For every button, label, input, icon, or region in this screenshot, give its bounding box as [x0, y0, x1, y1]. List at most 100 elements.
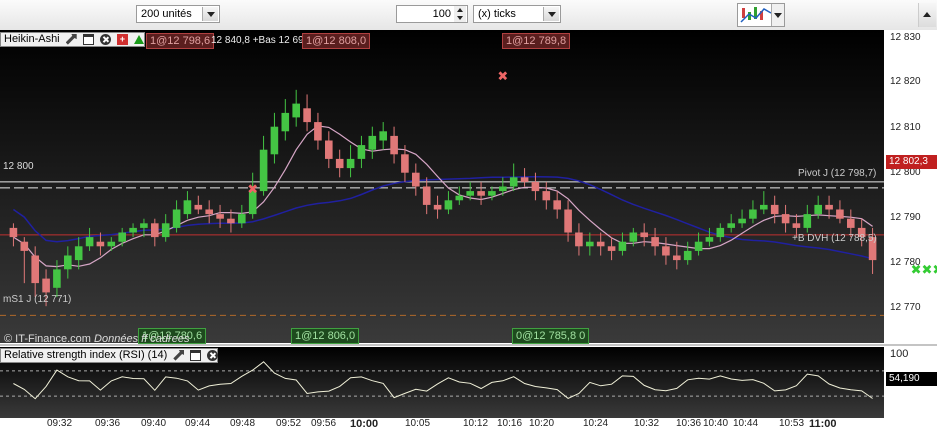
candle-body [368, 135, 377, 150]
close-icon[interactable] [99, 33, 111, 45]
candle-body [74, 246, 83, 261]
x-tick: 10:16 [497, 418, 523, 429]
candle-body [629, 232, 638, 242]
rsi-value-badge: 54,190 [886, 372, 937, 386]
candle-body [770, 204, 779, 215]
candle-body [161, 223, 170, 238]
chart-header: Heikin-Ashi + [0, 32, 161, 47]
stats-label: 12 840,8 +Bas 12 69 [211, 35, 304, 46]
x-tick: 10:20 [529, 418, 555, 429]
candle-body [335, 158, 344, 169]
wrench-icon[interactable] [173, 349, 185, 361]
units-combo[interactable]: 200 unités [136, 5, 220, 23]
candle-body [596, 241, 605, 247]
x-tick: 10:05 [405, 418, 431, 429]
candle-body [281, 112, 290, 132]
x-tick: 10:24 [583, 418, 609, 429]
candle-body [575, 232, 583, 247]
candle-body [477, 191, 485, 196]
candle-body [129, 227, 137, 233]
candle-body [412, 172, 420, 187]
candle-body [488, 191, 496, 196]
candle-body [227, 218, 235, 224]
candle-body [781, 214, 790, 224]
y-tick: 12 780 [890, 257, 921, 268]
current-price-badge: 12 802,3 [886, 155, 937, 169]
candle-body [694, 241, 703, 251]
units-combo-value: 200 unités [141, 8, 192, 20]
chart-type-button[interactable] [737, 3, 785, 27]
ticks-stepper[interactable]: 100 [396, 5, 468, 23]
ticks-unit-combo[interactable]: (x) ticks [473, 5, 561, 23]
y-tick: 12 790 [890, 212, 921, 223]
candle-body [292, 103, 300, 118]
candle-body [151, 223, 159, 238]
candle-body [216, 214, 224, 219]
buy-arrow-icon[interactable] [133, 34, 144, 44]
x-tick: 09:40 [141, 418, 167, 429]
close-icon[interactable] [207, 349, 219, 361]
order-tag-3[interactable]: 1@12 789,8 [502, 33, 571, 49]
order-bottom-3-text: 0@12 785,8 0 [516, 330, 586, 342]
order-tag-bottom-2[interactable]: 1@12 806,0 [291, 328, 360, 344]
x-tick: 09:44 [185, 418, 211, 429]
candle-body [531, 181, 540, 192]
candle-body [433, 204, 442, 210]
candle-body [205, 209, 213, 215]
candle-body [183, 200, 192, 215]
order-tag-bottom-3[interactable]: 0@12 785,8 0 [512, 328, 590, 344]
data-text: Données [94, 333, 139, 345]
rsi-top-label: 100 [890, 348, 909, 360]
chevron-down-icon[interactable] [771, 4, 784, 26]
stepper-up-icon[interactable] [454, 6, 466, 14]
level-12800-label: 12 800 [3, 161, 34, 172]
order-tag[interactable]: 1@12 798,6 [146, 33, 215, 49]
x-tick: 10:36 [676, 418, 702, 429]
price-chart[interactable]: ✖✖✖✖✖ [0, 30, 937, 431]
candle-body [379, 131, 387, 141]
candle-body [96, 241, 105, 247]
candle-body [738, 218, 746, 224]
candle-body [9, 227, 18, 238]
wrench-icon[interactable] [65, 33, 77, 45]
x-tick: 10:12 [463, 418, 489, 429]
candle-body [553, 200, 561, 210]
chevron-down-icon[interactable] [543, 7, 559, 21]
candle-body [314, 122, 322, 141]
candle-body [401, 154, 409, 173]
candle-body [803, 214, 812, 228]
candle-body [194, 204, 203, 210]
red-plus-icon[interactable]: + [116, 33, 128, 45]
candle-body [346, 158, 355, 169]
candle-body [390, 135, 398, 155]
candle-body [683, 250, 692, 261]
order-tag-text: 1@12 798,6 [150, 35, 211, 47]
pivot-label: Pivot J (12 798,7) [798, 168, 877, 179]
window-icon[interactable] [82, 33, 94, 45]
candle-body [542, 191, 551, 201]
candle-body [607, 246, 616, 251]
candle-body [727, 223, 735, 228]
order-bottom-2-text: 1@12 806,0 [295, 330, 356, 342]
rsi-header: Relative strength index (RSI) (14) [0, 348, 219, 363]
candle-body [662, 246, 670, 256]
window-icon[interactable] [190, 349, 202, 361]
collapse-up-icon[interactable] [918, 3, 936, 27]
order-tag-2[interactable]: 1@12 808,0 [302, 33, 371, 49]
y-tick: 12 810 [890, 122, 921, 133]
candle-body [825, 204, 833, 210]
candle-body [325, 140, 333, 159]
candle-body [238, 214, 246, 224]
x-tick: 09:48 [230, 418, 256, 429]
candle-body [107, 241, 116, 247]
x-tick: 10:53 [779, 418, 805, 429]
candle-body [814, 204, 822, 215]
stepper-buttons[interactable] [454, 6, 466, 22]
stepper-down-icon[interactable] [454, 14, 466, 22]
candle-body [259, 149, 268, 192]
candle-body [42, 278, 50, 293]
candle-body [118, 232, 126, 242]
price-panel-bg [0, 30, 884, 343]
chevron-down-icon[interactable] [202, 7, 218, 21]
x-tick: 11:00 [809, 418, 837, 430]
